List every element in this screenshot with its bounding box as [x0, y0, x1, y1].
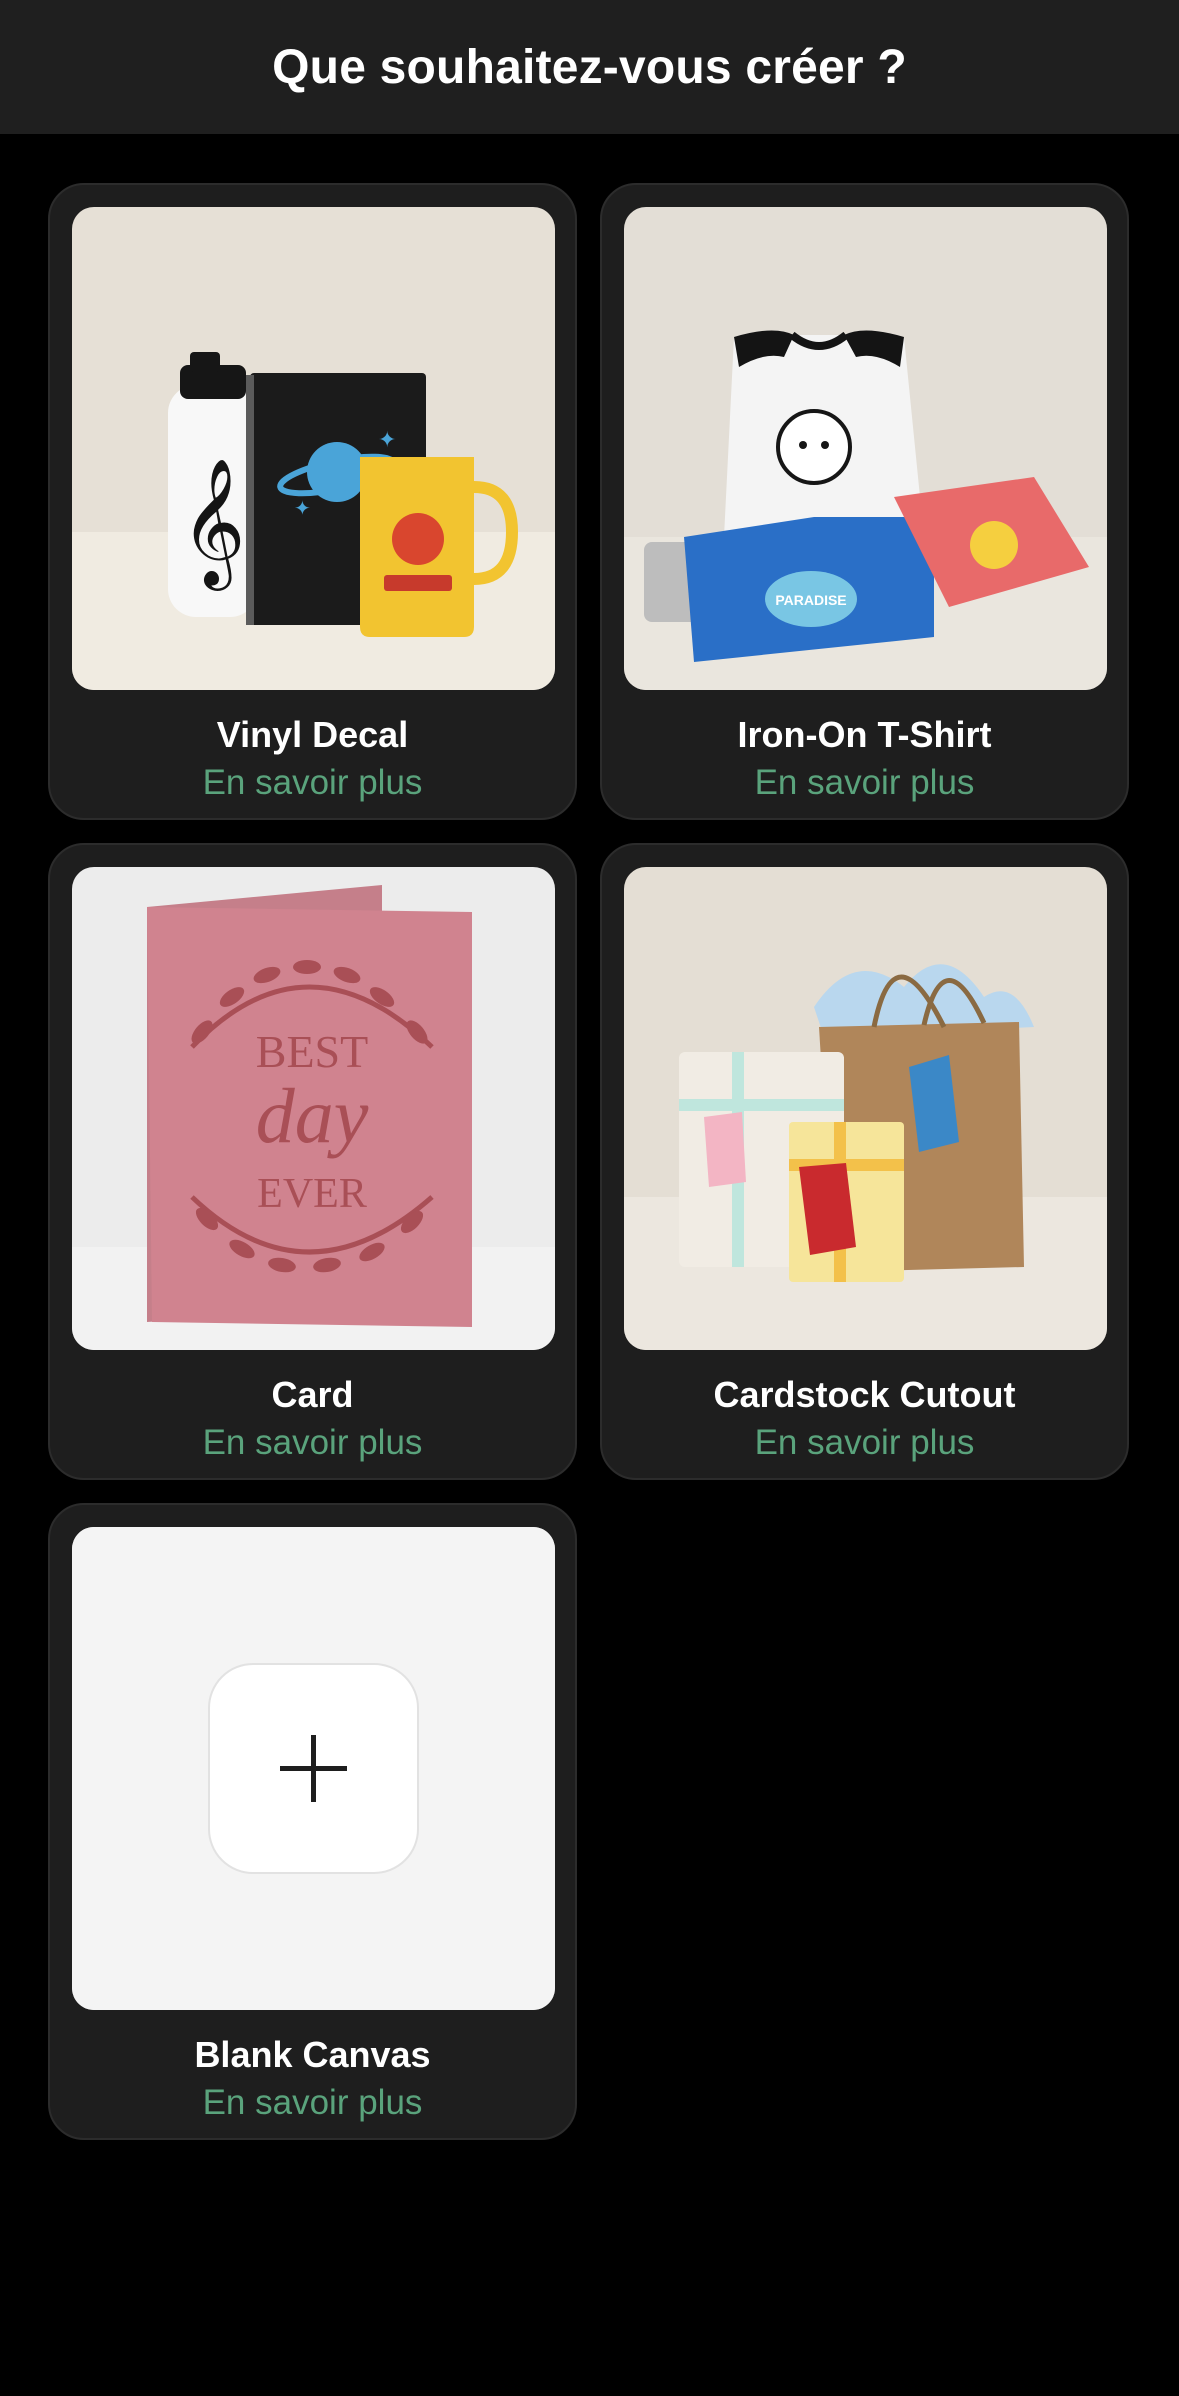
project-title: Blank Canvas [194, 2034, 431, 2075]
project-card-iron-on-tshirt[interactable]: PARADISE Iron-On T-Shirt En savoir plus [600, 183, 1129, 820]
iron-on-tshirt-image: PARADISE [624, 207, 1107, 690]
blank-canvas-graphic [72, 1527, 555, 2010]
project-card-vinyl-decal[interactable]: 𝄞 ✦ ✦ Vinyl Decal En savoir plus [48, 183, 577, 820]
vinyl-decal-photo: 𝄞 ✦ ✦ [72, 207, 555, 690]
learn-more-link[interactable]: En savoir plus [602, 1423, 1127, 1463]
project-title: Cardstock Cutout [713, 1374, 1016, 1415]
project-card-card[interactable]: BEST day EVER Card En savoir plus [48, 843, 577, 1480]
learn-more-link[interactable]: En savoir plus [50, 1423, 575, 1463]
page-title: Que souhaitez-vous créer ? [272, 40, 907, 94]
gift-bag-photo [624, 867, 1107, 1350]
project-title: Vinyl Decal [216, 714, 409, 755]
shirt-print-text: PARADISE [775, 592, 846, 608]
cardstock-cutout-image [624, 867, 1107, 1350]
learn-more-link[interactable]: En savoir plus [50, 2083, 575, 2123]
learn-more-link[interactable]: En savoir plus [602, 763, 1127, 803]
project-card-cardstock-cutout[interactable]: Cardstock Cutout En savoir plus [600, 843, 1129, 1480]
greeting-card-image: BEST day EVER [72, 867, 555, 1350]
svg-text:✦: ✦ [378, 428, 396, 453]
blank-canvas-image [72, 1527, 555, 2010]
card-text-day: day [256, 1072, 369, 1159]
card-text-best: BEST [256, 1026, 368, 1077]
svg-text:✦: ✦ [294, 496, 311, 520]
vinyl-decal-image: 𝄞 ✦ ✦ [72, 207, 555, 690]
svg-text:𝄞: 𝄞 [180, 457, 245, 591]
greeting-card-photo: BEST day EVER [72, 867, 555, 1350]
project-title: Card [271, 1374, 354, 1415]
learn-more-link[interactable]: En savoir plus [50, 763, 575, 803]
top-bar: Que souhaitez-vous créer ? [0, 0, 1179, 134]
project-card-blank-canvas[interactable]: Blank Canvas En savoir plus [48, 1503, 577, 2140]
project-title: Iron-On T-Shirt [737, 714, 992, 755]
iron-on-tshirt-photo: PARADISE [624, 207, 1107, 690]
card-text-ever: EVER [257, 1171, 367, 1217]
